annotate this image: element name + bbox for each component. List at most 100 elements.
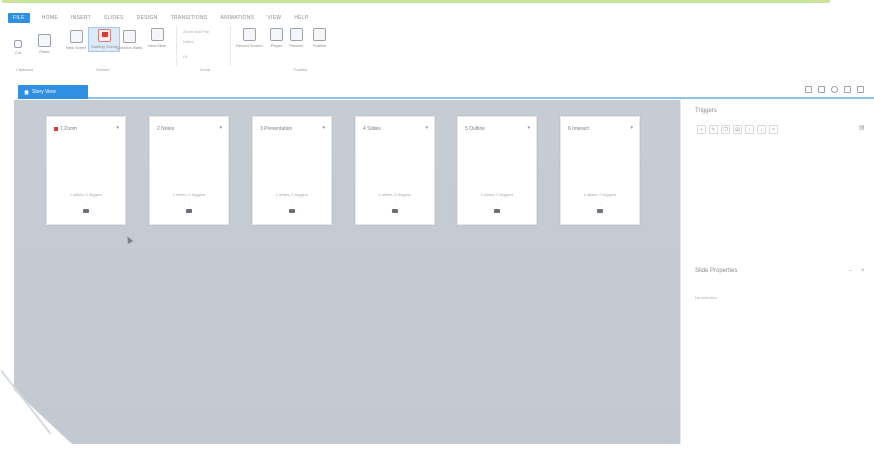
home-icon xyxy=(24,89,29,95)
document-tab-strip: Story View xyxy=(18,83,874,99)
window-accent-bar xyxy=(2,0,830,3)
chevron-down-icon[interactable]: ▾ xyxy=(322,125,325,131)
zoom-icon[interactable] xyxy=(831,86,838,93)
chevron-down-icon[interactable]: ▾ xyxy=(630,125,633,131)
group-zoom: Zoom xyxy=(200,67,211,72)
ribbon-separator xyxy=(230,26,231,66)
flag-icon xyxy=(97,29,111,42)
arrow-down-icon: ↓ xyxy=(599,200,601,205)
tab-help[interactable]: HELP xyxy=(294,15,308,21)
ribbon: Cut Paste Clipboard New Scene Starting S… xyxy=(8,26,348,74)
arrow-down-icon: ↓ xyxy=(496,200,498,205)
scene-card[interactable]: 3 Presentation ▾ 1 slides, 0 triggers ↓ xyxy=(252,116,332,225)
tab-file[interactable]: FILE xyxy=(8,13,30,23)
zoom-in-icon[interactable] xyxy=(844,86,851,93)
scene-end-icon xyxy=(289,209,295,213)
paste-button[interactable]: Paste xyxy=(38,34,51,54)
scissors-icon xyxy=(14,40,22,48)
scene-title: 5 Outline xyxy=(465,126,486,132)
scene-card[interactable]: 5 Outline ▾ 1 slides, 0 triggers ↓ xyxy=(457,116,537,225)
scene-end-icon xyxy=(597,209,603,213)
new-scene-button[interactable]: New Scene xyxy=(66,30,86,50)
arrow-down-icon: ↓ xyxy=(85,200,87,205)
new-slide-icon xyxy=(150,28,164,41)
new-slide-button[interactable]: New Slide xyxy=(148,28,166,48)
scene-title: 3 Presentation xyxy=(260,126,293,132)
trigger-options-icon[interactable]: ▤ xyxy=(859,124,865,131)
arrow-down-icon: ↓ xyxy=(394,200,396,205)
grid-view-icon[interactable] xyxy=(805,86,812,93)
scene-end-icon xyxy=(186,209,192,213)
menu-tabs: FILE HOME INSERT SLIDES DESIGN TRANSITIO… xyxy=(8,12,322,24)
scene-title: 6 Interact xyxy=(568,126,589,132)
scene-end-icon xyxy=(392,209,398,213)
delete-trigger-icon[interactable]: × xyxy=(769,125,778,134)
preview-button[interactable]: Preview xyxy=(289,28,303,48)
zoom-pan-item[interactable]: Zoom and Pan xyxy=(183,29,209,34)
scene-stats: 1 slides, 0 triggers xyxy=(275,192,309,197)
slide-properties-empty: No selection xyxy=(695,295,718,300)
slide-view-icon[interactable] xyxy=(818,86,825,93)
player-button[interactable]: Player xyxy=(270,28,283,48)
new-scene-icon xyxy=(69,30,83,43)
fit-icon[interactable] xyxy=(857,86,864,93)
starting-flag-icon xyxy=(54,126,58,131)
scene-stats: 1 slides, 0 triggers xyxy=(378,192,412,197)
app-window: FILE HOME INSERT SLIDES DESIGN TRANSITIO… xyxy=(0,0,874,452)
scene-card[interactable]: 1 Zoom ▾ 1 slides, 0 triggers ↓ xyxy=(46,116,126,225)
chevron-down-icon[interactable]: ▾ xyxy=(425,125,428,131)
chevron-down-icon[interactable]: ▾ xyxy=(219,125,222,131)
new-trigger-icon[interactable]: + xyxy=(697,125,706,134)
ribbon-separator xyxy=(176,26,177,66)
chevron-down-icon[interactable]: ▾ xyxy=(527,125,530,131)
scene-title: 1 Zoom xyxy=(54,126,77,132)
scene-card[interactable]: 4 Slides ▾ 1 slides, 0 triggers ↓ xyxy=(355,116,435,225)
group-scenes: Scenes xyxy=(96,67,110,72)
publish-button[interactable]: Publish xyxy=(313,28,326,48)
tab-design[interactable]: DESIGN xyxy=(137,15,158,21)
scene-stats: 1 slides, 0 triggers xyxy=(69,192,103,197)
scene-card[interactable]: 6 Interact ▾ 1 slides, 0 triggers ↓ xyxy=(560,116,640,225)
view-controls xyxy=(805,86,864,93)
magnifier-icon xyxy=(289,28,303,41)
tab-story-view[interactable]: Story View xyxy=(18,85,88,99)
arrow-down-icon: ↓ xyxy=(291,200,293,205)
record-icon xyxy=(242,28,256,41)
scene-end-icon xyxy=(494,209,500,213)
scene-end-icon xyxy=(83,209,89,213)
move-down-icon[interactable]: ↓ xyxy=(757,125,766,134)
tab-insert[interactable]: INSERT xyxy=(71,15,91,21)
tab-transitions[interactable]: TRANSITIONS xyxy=(171,15,208,21)
arrow-down-icon: ↓ xyxy=(188,200,190,205)
group-publish: Publish xyxy=(294,67,308,72)
bank-icon xyxy=(122,30,136,43)
fit-item[interactable]: Fit xyxy=(183,54,187,59)
tab-animations[interactable]: ANIMATIONS xyxy=(221,15,255,21)
right-panel: Triggers + ✎ ❐ ▤ ↑ ↓ × ▤ Slide Propertie… xyxy=(680,100,874,444)
cut-button[interactable]: Cut xyxy=(14,40,22,55)
record-screen-button[interactable]: Record Screen xyxy=(236,28,263,48)
scene-stats: 1 slides, 0 triggers xyxy=(172,192,206,197)
group-clipboard: Clipboard xyxy=(16,67,34,72)
story-canvas[interactable]: 1 Zoom ▾ 1 slides, 0 triggers ↓ 2 Notes … xyxy=(14,100,680,444)
tab-view[interactable]: VIEW xyxy=(267,15,281,21)
close-icon[interactable]: × xyxy=(861,268,865,274)
triggers-title: Triggers xyxy=(695,108,717,114)
collapse-icon[interactable]: – xyxy=(849,268,852,274)
move-up-icon[interactable]: ↑ xyxy=(745,125,754,134)
clipboard-icon xyxy=(38,34,51,47)
notes-item[interactable]: Notes xyxy=(183,39,193,44)
question-bank-button[interactable]: Question Bank xyxy=(116,30,142,50)
scene-title: 2 Notes xyxy=(157,126,175,132)
tab-slides[interactable]: SLIDES xyxy=(104,15,124,21)
scene-card[interactable]: 2 Notes ▾ 1 slides, 0 triggers ↓ xyxy=(149,116,229,225)
player-icon xyxy=(270,28,283,41)
scene-title: 4 Slides xyxy=(363,126,381,132)
copy-trigger-icon[interactable]: ❐ xyxy=(721,125,730,134)
tab-home[interactable]: HOME xyxy=(42,15,58,21)
scene-stats: 1 slides, 0 triggers xyxy=(480,192,514,197)
chevron-down-icon[interactable]: ▾ xyxy=(116,125,119,131)
paste-trigger-icon[interactable]: ▤ xyxy=(733,125,742,134)
edit-trigger-icon[interactable]: ✎ xyxy=(709,125,718,134)
slide-properties-title: Slide Properties xyxy=(695,268,738,274)
